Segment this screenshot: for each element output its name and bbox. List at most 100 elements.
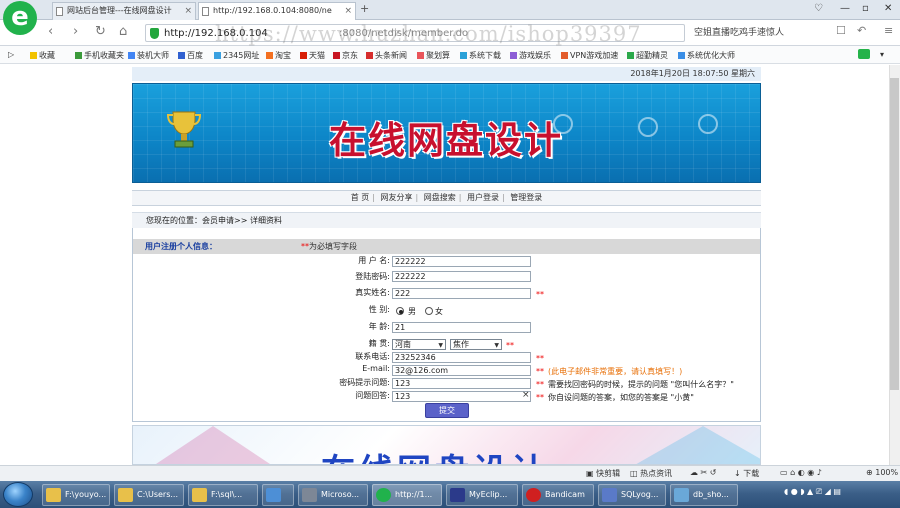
realname-label: 真实姓名: (355, 288, 390, 297)
email-input[interactable]: 32@126.com (392, 365, 531, 376)
question-note: 需要找回密码的时候，提示的问题 "您叫什么名字？" (548, 380, 734, 389)
chevron-down-icon: ▼ (438, 342, 443, 349)
phone-label: 联系电话: (355, 352, 390, 361)
native-label: 籍 贯: (368, 339, 390, 348)
menu-login[interactable]: 用户登录 (467, 193, 499, 202)
taskbar-item[interactable]: Bandicam (522, 484, 594, 506)
browser-logo-icon[interactable]: e (3, 1, 37, 35)
bookmark-item[interactable]: 淘宝 (266, 50, 291, 61)
bookmark-item[interactable]: 头条新闻 (366, 50, 407, 61)
province-value: 河南 (395, 340, 411, 349)
question-label: 密码提示问题: (339, 378, 390, 387)
gender-male-radio[interactable] (396, 307, 404, 315)
taskbar-item[interactable]: F:\youyo... (42, 484, 110, 506)
email-label: E-mail: (362, 364, 390, 373)
city-value: 焦作 (453, 340, 469, 349)
taskbar-item[interactable] (262, 484, 294, 506)
forward-icon[interactable]: › (73, 24, 78, 39)
more-bookmarks-icon[interactable]: ▾ (880, 50, 884, 59)
footer-banner: 在线网盘设计 (132, 425, 761, 465)
password-input[interactable]: 222222 (392, 271, 531, 282)
province-select[interactable]: 河南 ▼ (392, 339, 446, 350)
extension-icon[interactable] (858, 49, 870, 59)
secure-shield-icon (150, 28, 159, 39)
search-box[interactable]: 空姐直播吃鸡手速惊人 (690, 24, 820, 42)
question-input[interactable]: 123 (392, 378, 531, 389)
menu-home[interactable]: 首 页 (351, 193, 370, 202)
status-icons[interactable]: ☁ ✂ ↺ (690, 468, 717, 477)
trophy-icon (167, 111, 201, 148)
menu-icon[interactable]: ≡ (884, 24, 893, 37)
bookmark-page-icon[interactable]: ☐ (836, 24, 846, 37)
tab-admin[interactable]: 网站后台管理---在线网盘设计 × (52, 2, 196, 20)
home-icon[interactable]: ⌂ (119, 24, 127, 39)
bookmark-item[interactable]: 京东 (333, 50, 358, 61)
skin-icon[interactable]: ♡ (814, 3, 823, 14)
age-label: 年 龄: (368, 322, 390, 331)
bookmark-item[interactable]: 系统下载 (460, 50, 501, 61)
maximize-icon[interactable]: ▫ (862, 3, 869, 14)
gender-label: 性 别: (368, 305, 390, 314)
start-button[interactable] (3, 482, 33, 507)
bookmark-item[interactable]: 游戏娱乐 (510, 50, 551, 61)
undo-icon[interactable]: ↶ (857, 24, 866, 37)
tab-close-icon[interactable]: × (184, 3, 192, 19)
required-mark: ** (536, 380, 544, 389)
zoom-level[interactable]: ⊕ 100% (866, 468, 898, 477)
required-mark: ** (301, 242, 309, 251)
menu-share[interactable]: 网友分享 (381, 193, 413, 202)
answer-input[interactable]: 123 (392, 391, 531, 402)
tab-title: 网站后台管理---在线网盘设计 (67, 6, 172, 15)
hot-news-button[interactable]: ◫ 热点资讯 (630, 468, 672, 479)
bookmark-item[interactable]: 收藏 (30, 50, 55, 61)
age-input[interactable]: 21 (392, 322, 531, 333)
bookmark-item[interactable]: 天猫 (300, 50, 325, 61)
username-label: 用 户 名: (358, 256, 390, 265)
taskbar-item[interactable]: Microso... (298, 484, 368, 506)
submit-button[interactable]: 提交 (425, 403, 469, 418)
minimize-icon[interactable]: — (840, 3, 850, 14)
status-tools[interactable]: ▭ ⌂ ◐ ◉ ♪ (780, 468, 822, 477)
tray-icons[interactable]: ◖ ● ◗ ▲ ⎚ ◢ ▤ (784, 487, 841, 497)
tab-close-icon[interactable]: × (344, 3, 352, 19)
close-window-icon[interactable]: ✕ (884, 3, 892, 14)
taskbar-item[interactable]: MyEclip... (446, 484, 518, 506)
scrollbar-thumb[interactable] (890, 78, 899, 390)
bookmark-item[interactable]: 百度 (178, 50, 203, 61)
bookmark-item[interactable]: VPN游戏加速 (561, 50, 618, 61)
gender-male-label: 男 (408, 307, 416, 316)
tab-member[interactable]: http://192.168.0.104:8080/ne × (198, 2, 356, 20)
taskbar-item[interactable]: http://1... (372, 484, 442, 506)
watermark: https://www.huzhan.com/ishop39397 (215, 22, 642, 46)
downloads-button[interactable]: ↓ 下载 (734, 468, 759, 479)
new-tab-icon[interactable]: + (360, 2, 369, 15)
header-banner: 在线网盘设计 (132, 83, 761, 183)
phone-input[interactable]: 23252346 (392, 352, 531, 363)
bookmark-item[interactable]: 手机收藏夹 (75, 50, 124, 61)
breadcrumb: 您现在的位置：会员申请>> 详细资料 (132, 212, 761, 228)
bookmark-item[interactable]: 装机大师 (128, 50, 169, 61)
menu-admin-login[interactable]: 管理登录 (510, 193, 542, 202)
back-icon[interactable]: ‹ (48, 24, 53, 39)
footer-banner-title: 在线网盘设计 (321, 444, 549, 464)
clear-icon[interactable]: × (522, 390, 530, 400)
quick-clip-button[interactable]: ▣ 快剪辑 (586, 468, 620, 479)
city-select[interactable]: 焦作 ▼ (450, 339, 502, 350)
bookmarks-toggle-icon[interactable]: ▷ (8, 50, 14, 59)
taskbar-item[interactable]: C:\Users... (114, 484, 184, 506)
bookmark-item[interactable]: 2345网址 (214, 50, 259, 61)
bookmark-item[interactable]: 系统优化大师 (678, 50, 735, 61)
username-input[interactable]: 222222 (392, 256, 531, 267)
taskbar-item[interactable]: db_sho... (670, 484, 738, 506)
bookmark-item[interactable]: 聚划算 (417, 50, 450, 61)
realname-input[interactable]: 222 (392, 288, 531, 299)
menu-search[interactable]: 网盘搜索 (424, 193, 456, 202)
bookmark-item[interactable]: 超勤精灵 (627, 50, 668, 61)
date-time: 2018年1月20日 18:07:50 星期六 (132, 67, 761, 81)
gender-female-radio[interactable] (425, 307, 433, 315)
search-text: 空姐直播吃鸡手速惊人 (694, 28, 785, 38)
taskbar-item[interactable]: F:\sql\... (188, 484, 258, 506)
taskbar-item[interactable]: SQLyog... (598, 484, 666, 506)
required-mark: ** (536, 367, 544, 376)
refresh-icon[interactable]: ↻ (95, 24, 106, 39)
